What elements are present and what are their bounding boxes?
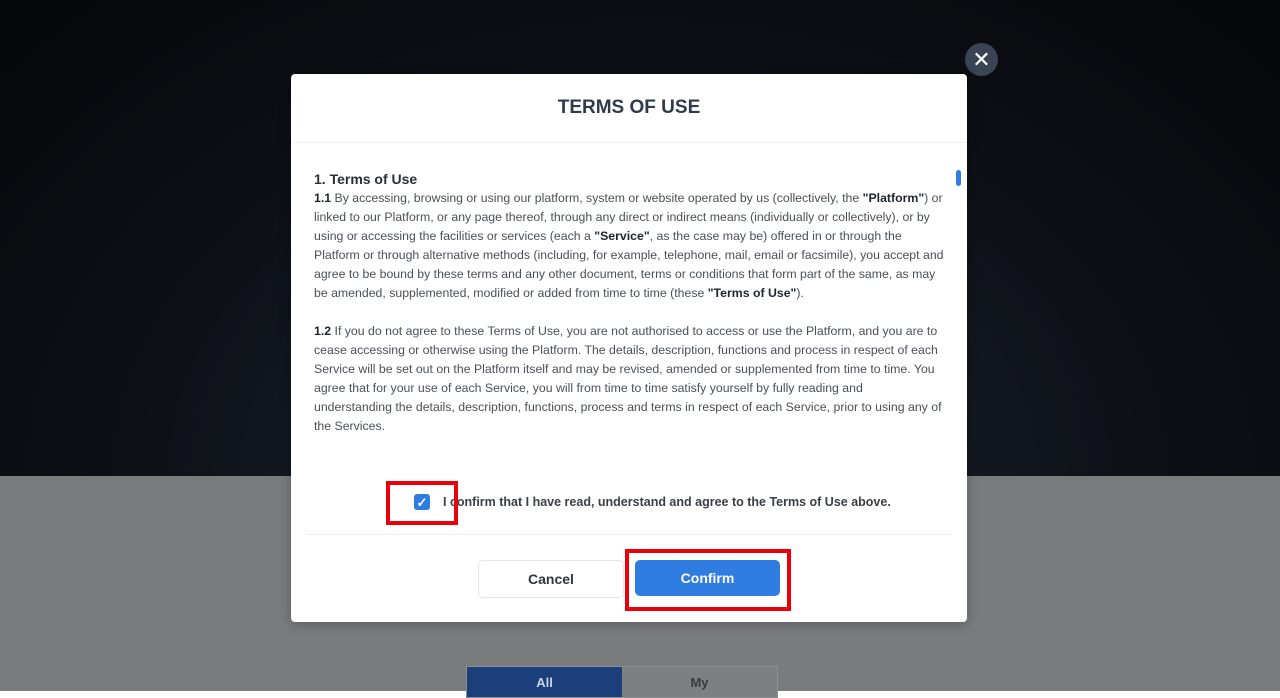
terms-modal: TERMS OF USE 1. Terms of Use 1.1 By acce… (291, 74, 967, 622)
tab-my: My (622, 667, 777, 697)
modal-title: TERMS OF USE (291, 74, 967, 143)
tab-all: All (467, 667, 622, 697)
close-modal-button[interactable]: ✕ (965, 43, 998, 76)
close-icon: ✕ (972, 46, 991, 72)
background-tabs: All My (466, 666, 778, 698)
agree-row[interactable]: ✓ I confirm that I have read, understand… (414, 492, 891, 512)
section-heading: 1. Terms of Use (314, 171, 418, 187)
confirm-highlight (625, 549, 791, 611)
checkbox-highlight (386, 481, 458, 525)
cancel-button[interactable]: Cancel (478, 560, 624, 598)
footer-divider (306, 534, 952, 535)
terms-paragraph-2: 1.2 If you do not agree to these Terms o… (314, 324, 942, 433)
scrollbar[interactable] (956, 170, 961, 186)
content-fade (314, 446, 944, 470)
terms-paragraph-1: 1.1 By accessing, browsing or using our … (314, 191, 944, 300)
terms-content[interactable]: 1. Terms of Use 1.1 By accessing, browsi… (314, 170, 944, 460)
agree-label[interactable]: I confirm that I have read, understand a… (443, 495, 891, 509)
